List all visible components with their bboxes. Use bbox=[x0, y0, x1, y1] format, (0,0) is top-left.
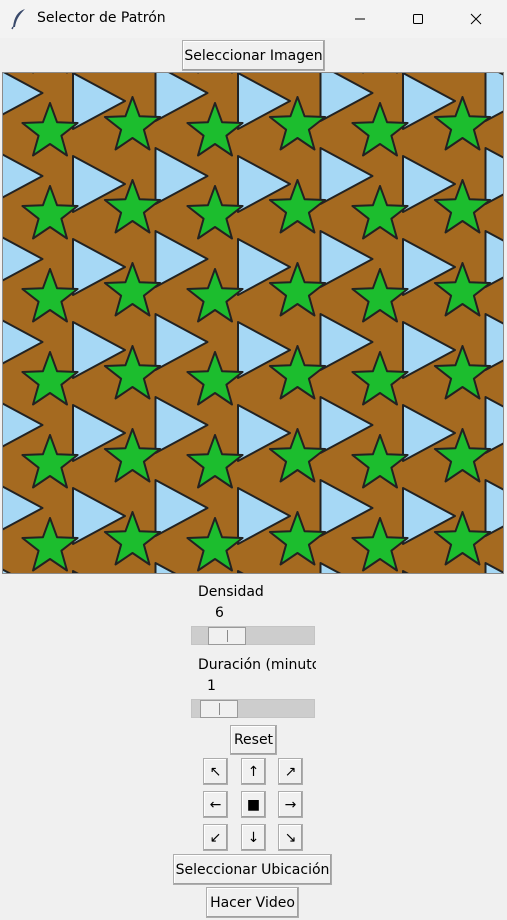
move-up-left-button[interactable]: ↖ bbox=[203, 758, 228, 785]
duration-value: 1 bbox=[207, 678, 216, 694]
select-location-button[interactable]: Seleccionar Ubicación bbox=[173, 854, 332, 885]
pattern-triangle bbox=[484, 479, 503, 537]
window-title: Selector de Patrón bbox=[37, 10, 166, 26]
move-up-button[interactable]: ↑ bbox=[241, 758, 266, 785]
duration-label: Duración (minutos) bbox=[198, 657, 316, 673]
minimize-button[interactable] bbox=[331, 0, 389, 38]
maximize-button[interactable] bbox=[389, 0, 447, 38]
duration-slider[interactable] bbox=[191, 699, 315, 718]
close-icon bbox=[470, 13, 482, 25]
pattern-triangle bbox=[484, 313, 503, 371]
title-bar: Selector de Patrón bbox=[0, 0, 507, 38]
pattern-triangle bbox=[484, 230, 503, 288]
density-label: Densidad bbox=[198, 584, 264, 600]
feather-icon bbox=[11, 9, 25, 30]
pattern-triangle bbox=[484, 73, 503, 122]
move-right-button[interactable]: → bbox=[278, 791, 303, 818]
move-down-left-button[interactable]: ↙ bbox=[203, 824, 228, 851]
maximize-icon bbox=[413, 14, 423, 24]
move-down-right-button[interactable]: ↘ bbox=[278, 824, 303, 851]
close-button[interactable] bbox=[447, 0, 505, 38]
pattern-preview bbox=[2, 72, 504, 574]
move-up-right-button[interactable]: ↗ bbox=[278, 758, 303, 785]
pattern-triangle bbox=[484, 147, 503, 205]
make-video-button[interactable]: Hacer Video bbox=[206, 887, 299, 918]
density-slider-thumb[interactable] bbox=[208, 627, 246, 645]
move-down-button[interactable]: ↓ bbox=[241, 824, 266, 851]
minimize-icon bbox=[355, 18, 365, 20]
move-left-button[interactable]: ← bbox=[203, 791, 228, 818]
density-slider[interactable] bbox=[191, 626, 315, 645]
select-image-button[interactable]: Seleccionar Imagen bbox=[182, 40, 325, 71]
density-value: 6 bbox=[215, 605, 224, 621]
duration-slider-thumb[interactable] bbox=[200, 700, 238, 718]
pattern-triangle bbox=[484, 396, 503, 454]
pattern-canvas bbox=[3, 73, 503, 573]
reset-button[interactable]: Reset bbox=[230, 725, 277, 755]
move-center-button[interactable]: ■ bbox=[241, 791, 266, 818]
